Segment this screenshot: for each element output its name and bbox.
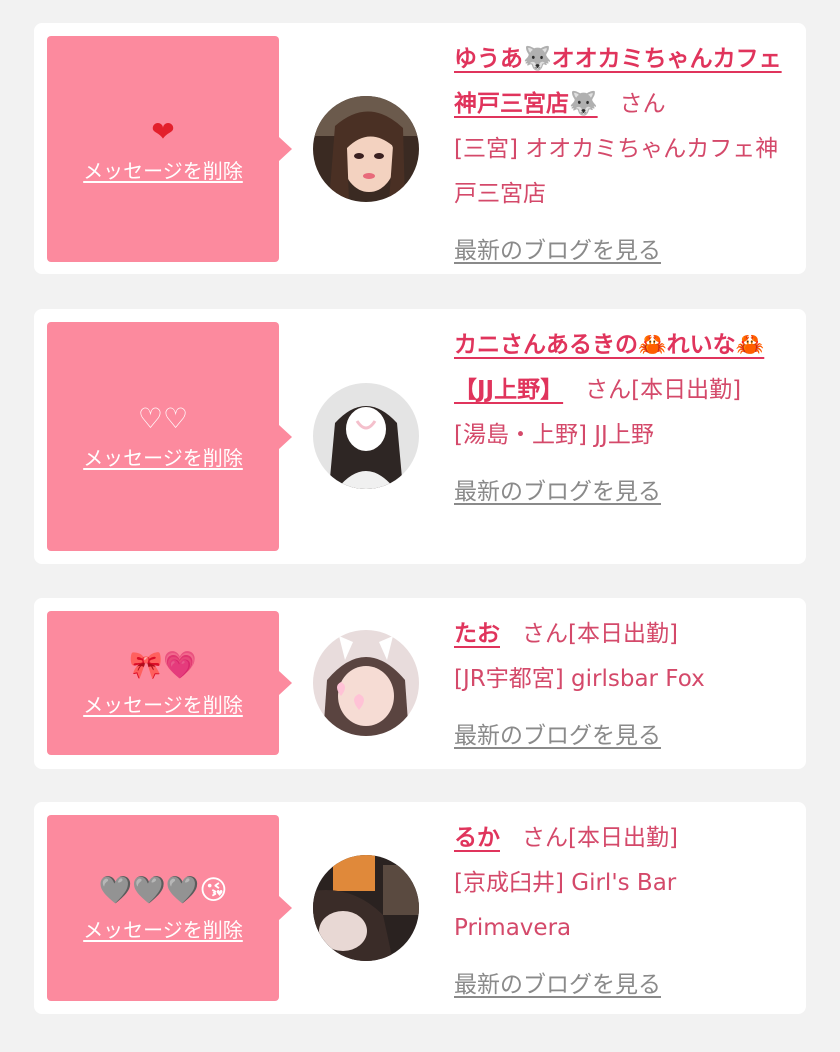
delete-message-link[interactable]: メッセージを削除	[83, 914, 243, 943]
shop-label: [湯島・上野] JJ上野	[454, 422, 654, 448]
message-box: ♡♡ メッセージを削除	[47, 322, 292, 551]
latest-blog-link[interactable]: 最新のブログを見る	[454, 229, 661, 274]
message-box: 🎀💗 メッセージを削除	[47, 611, 292, 755]
grey-heart-icon: 🩶	[98, 874, 133, 906]
message-box: 🩶🩶🩶😘 メッセージを削除	[47, 815, 292, 1001]
message-box: ❤ メッセージを削除	[47, 36, 292, 262]
message-card: ♡♡ メッセージを削除 カニさんあるきの🦀れいな🦀【JJ上野】 さん[本日出勤] …	[34, 309, 806, 564]
name-link[interactable]: たお	[454, 621, 500, 647]
delete-message-link[interactable]: メッセージを削除	[83, 155, 243, 184]
profile-info: カニさんあるきの🦀れいな🦀【JJ上野】 さん[本日出勤] [湯島・上野] JJ上野…	[454, 323, 790, 515]
avatar[interactable]	[313, 855, 419, 961]
avatar[interactable]	[313, 383, 419, 489]
ribbon-icon: 🎀	[129, 649, 163, 681]
message-card: 🎀💗 メッセージを削除 たお さん[本日出勤] [JR宇都宮] girlsbar …	[34, 598, 806, 769]
name-suffix: さん[本日出勤]	[522, 825, 678, 851]
latest-blog-link[interactable]: 最新のブログを見る	[454, 714, 661, 759]
message-card: 🩶🩶🩶😘 メッセージを削除 るか さん[本日出勤] [京成臼井] Girl's B…	[34, 802, 806, 1014]
name-link[interactable]: るか	[454, 825, 500, 851]
grey-heart-icon: 🩶	[165, 874, 200, 906]
delete-message-link[interactable]: メッセージを削除	[83, 442, 243, 471]
avatar[interactable]	[313, 96, 419, 202]
emoji-row: 🎀💗	[129, 649, 196, 685]
pink-heart-icon: 💗	[163, 649, 197, 681]
shop-label: [京成臼井] Girl's Bar Primavera	[454, 870, 677, 941]
shop-label: [JR宇都宮] girlsbar Fox	[454, 666, 705, 692]
latest-blog-link[interactable]: 最新のブログを見る	[454, 470, 661, 515]
profile-info: ゆうあ🐺オオカミちゃんカフェ神戸三宮店🐺 さん [三宮] オオカミちゃんカフェ神戸…	[454, 37, 790, 274]
profile-info: たお さん[本日出勤] [JR宇都宮] girlsbar Fox 最新のブログを見…	[454, 612, 790, 759]
delete-message-link[interactable]: メッセージを削除	[83, 689, 243, 718]
latest-blog-link[interactable]: 最新のブログを見る	[454, 963, 661, 1008]
message-card: ❤ メッセージを削除 ゆうあ🐺オオカミちゃんカフェ神戸三宮店🐺 さん [三宮] オ…	[34, 23, 806, 274]
white-heart-icon: ♡♡	[137, 402, 189, 435]
name-link[interactable]: ゆうあ🐺オオカミちゃんカフェ神戸三宮店🐺	[454, 46, 782, 117]
name-suffix: さん[本日出勤]	[522, 621, 678, 647]
name-suffix: さん	[619, 91, 666, 117]
avatar[interactable]	[313, 630, 419, 736]
red-heart-icon: ❤	[151, 114, 175, 148]
grey-heart-icon: 🩶	[132, 874, 166, 906]
name-suffix: さん[本日出勤]	[585, 377, 742, 403]
shop-label: [三宮] オオカミちゃんカフェ神戸三宮店	[454, 136, 779, 207]
emoji-row: 🩶🩶🩶😘	[98, 874, 227, 910]
kiss-face-icon: 😘	[199, 874, 228, 906]
profile-info: るか さん[本日出勤] [京成臼井] Girl's Bar Primavera 最…	[454, 816, 790, 1008]
